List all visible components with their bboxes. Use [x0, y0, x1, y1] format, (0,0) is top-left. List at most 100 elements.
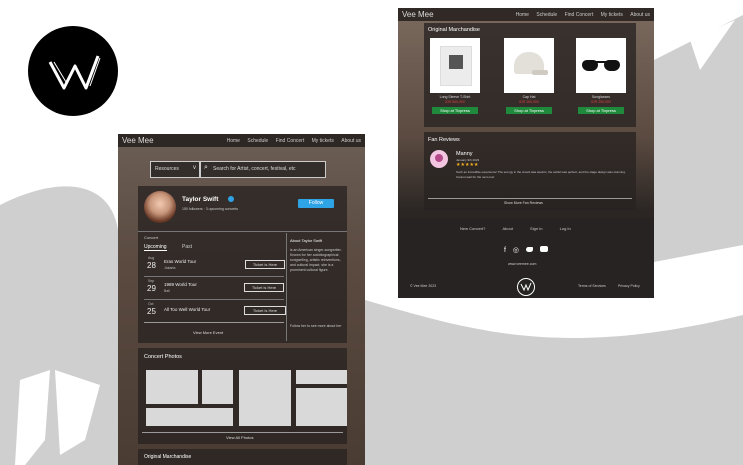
chevron-down-icon: v [193, 165, 196, 171]
about-divider [286, 233, 287, 341]
brand-name[interactable]: Vee Mee [122, 136, 154, 145]
merch-price: IDR 500,000 [445, 100, 465, 104]
concert-photos-panel: Concert Photos View All Photos [138, 348, 347, 444]
footer-terms[interactable]: Terms of Services [578, 284, 606, 288]
merch-name: Long Sleeve T-Shirt [439, 95, 471, 99]
photo-placeholder [202, 370, 233, 404]
nav-link-home[interactable]: Home [227, 138, 240, 144]
nav-link-find-concert[interactable]: Find Concert [276, 138, 305, 144]
social-icons: f ◎ [504, 246, 548, 254]
footer-link-about[interactable]: About [502, 226, 512, 231]
nav-link-schedule[interactable]: Schedule [247, 138, 268, 144]
artist-name: Taylor Swift [182, 196, 219, 203]
ticket-button[interactable]: Ticket is Here [244, 283, 284, 292]
merch-price: IDR 150,000 [519, 100, 539, 104]
about-text: is an American singer-songwriter. Known … [290, 248, 342, 272]
photo-placeholder [146, 370, 198, 404]
merch-panel-partial: Original Marchandise [138, 449, 347, 465]
nav-link-my-tickets[interactable]: My tickets [601, 12, 623, 18]
review-text: Such an incredible experience! The energ… [456, 170, 626, 179]
artist-panel: Taylor Swift 150 followers · 3 upcoming … [138, 186, 347, 343]
shop-button[interactable]: Shop at Tixpress [578, 107, 624, 114]
merch-title: Original Marchandise [428, 27, 480, 33]
about-title: About Taylor Swift [290, 238, 322, 243]
nav-link-find-concert[interactable]: Find Concert [565, 12, 594, 18]
top-nav: Vee Mee Home Schedule Find Concert My ti… [398, 8, 654, 21]
reviewer-avatar [430, 150, 448, 168]
merch-price: IDR 250,000 [591, 100, 611, 104]
dropdown-label: Resources [155, 166, 179, 172]
footer: New Concert? About Sign In Log In f ◎ ww… [398, 218, 654, 298]
merch-card[interactable] [430, 38, 480, 93]
view-more-events-link[interactable]: View More Event [193, 330, 223, 335]
artist-followers: 150 followers · 3 upcoming concerts [182, 207, 239, 211]
ticket-button[interactable]: Ticket is Here [245, 260, 285, 269]
merch-card[interactable] [576, 38, 626, 93]
concert-row: Sep 29 1989 World Tour Bali Ticket is He… [144, 279, 284, 300]
twitter-icon[interactable] [525, 247, 533, 252]
reviews-divider [428, 198, 632, 199]
artist-avatar [144, 191, 176, 223]
instagram-icon[interactable]: ◎ [513, 247, 519, 254]
search-icon: ⌕ [204, 164, 208, 171]
merch-name: Sunglasses [591, 95, 611, 99]
concert-label: Concert [144, 235, 159, 240]
logo-mark-icon [48, 55, 101, 90]
top-nav: Vee Mee Home Schedule Find Concert My ti… [118, 134, 365, 147]
facebook-icon[interactable]: f [504, 247, 506, 254]
youtube-icon[interactable] [539, 246, 548, 252]
nav-link-my-tickets[interactable]: My tickets [312, 138, 334, 144]
concert-month: Sep [148, 279, 155, 283]
footer-link-log-in[interactable]: Log In [560, 226, 571, 231]
nav-link-home[interactable]: Home [516, 12, 529, 18]
ticket-button[interactable]: Ticket is Here [244, 306, 286, 315]
nav-link-about[interactable]: About us [630, 12, 650, 18]
nav-link-schedule[interactable]: Schedule [536, 12, 557, 18]
brand-name[interactable]: Vee Mee [402, 10, 434, 19]
view-all-photos-link[interactable]: View All Photos [226, 435, 254, 440]
concert-row: Oct 25 All Too Well World Tour Ticket is… [144, 302, 286, 323]
artist-page-mockup: Vee Mee Home Schedule Find Concert My ti… [118, 134, 365, 465]
shirt-image [440, 46, 472, 86]
review-stars: ★★★★★ [456, 162, 479, 168]
reviews-title: Fan Reviews [428, 137, 460, 143]
veemee-logo [28, 26, 118, 116]
resource-dropdown[interactable]: Resources v [150, 161, 200, 178]
follow-button[interactable]: Follow [298, 199, 334, 208]
photos-divider [142, 432, 343, 433]
shop-button[interactable]: Shop at Tixpress [432, 107, 478, 114]
concert-row: Aug 28 Eras World Tour Jakarta Ticket is… [144, 256, 285, 277]
reviewer-name: Manny [456, 151, 473, 157]
footer-link-sign-in[interactable]: Sign In [530, 226, 542, 231]
tab-past[interactable]: Past [182, 244, 192, 250]
merch-name: Cap Hat [522, 95, 536, 99]
concert-title: Eras World Tour [164, 259, 197, 264]
search-box[interactable]: ⌕ Search for Artist, concert, festival, … [200, 161, 326, 178]
shop-button[interactable]: Shop at Tixpress [506, 107, 552, 114]
merch-title: Original Marchandise [144, 454, 192, 460]
show-more-reviews-link[interactable]: Show More Fan Reviews [504, 201, 543, 205]
photo-placeholder [146, 408, 233, 426]
artist-page-mockup-continued: Vee Mee Home Schedule Find Concert My ti… [398, 8, 654, 298]
merch-panel: Original Marchandise Long Sleeve T-Shirt… [424, 23, 636, 127]
photos-title: Concert Photos [144, 354, 182, 360]
photo-placeholder [296, 388, 347, 426]
concert-day: 29 [147, 284, 156, 293]
concert-month: Aug [148, 256, 155, 260]
search-placeholder: Search for Artist, concert, festival, et… [213, 166, 296, 172]
concert-day: 28 [147, 261, 156, 270]
nav-link-about[interactable]: About us [341, 138, 361, 144]
verified-icon [228, 196, 234, 202]
concert-sub: Bali [164, 289, 170, 293]
merch-card[interactable] [504, 38, 554, 93]
photo-placeholder [239, 370, 291, 426]
footer-links: New Concert? About Sign In Log In [460, 226, 571, 231]
photo-placeholder [296, 370, 347, 384]
logo-mark-icon [520, 282, 532, 292]
about-more: Follow her to see more about her [290, 324, 342, 328]
concert-day: 25 [147, 307, 156, 316]
footer-link-new-concert[interactable]: New Concert? [460, 226, 485, 231]
fan-reviews-panel: Fan Reviews Manny January 9th 2023 ★★★★★… [424, 132, 636, 210]
footer-privacy[interactable]: Privacy Policy [618, 284, 640, 288]
tab-upcoming[interactable]: Upcoming [144, 244, 167, 251]
